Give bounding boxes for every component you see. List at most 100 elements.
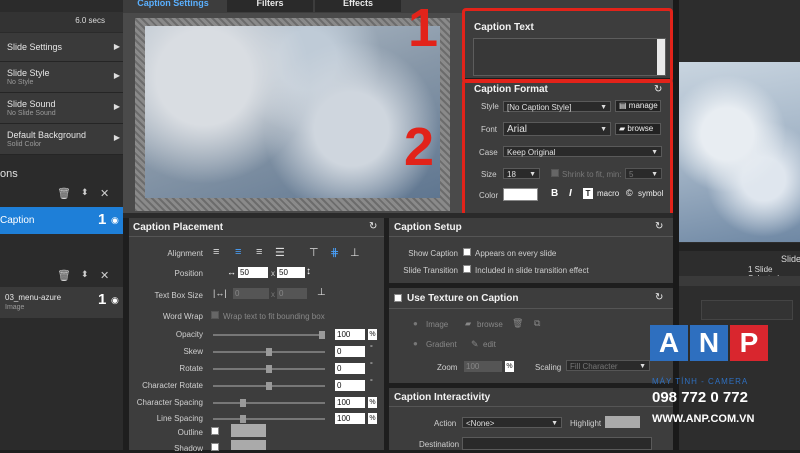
position-separator: x	[271, 269, 275, 278]
slide-settings-item[interactable]: Slide Settings ▶	[0, 33, 123, 62]
slider-value-input[interactable]: 100	[335, 329, 365, 340]
slider-track[interactable]	[213, 382, 325, 390]
divider	[389, 236, 673, 237]
anp-watermark: A N P MÁY TÍNH - CAMERA 098 772 0 772 WW…	[648, 325, 800, 450]
chevron-right-icon: ▶	[113, 42, 120, 51]
textbox-height-input[interactable]: 0	[277, 288, 307, 299]
layer-number: 1	[98, 291, 107, 308]
tools-icon[interactable]: ✕	[100, 187, 109, 200]
slide-style-label: Slide Style	[7, 68, 50, 78]
slide-sound-item[interactable]: Slide Sound No Slide Sound ▶	[0, 93, 123, 124]
wordwrap-checkbox[interactable]	[211, 311, 219, 319]
slider-value-input[interactable]: 0	[335, 380, 365, 391]
tab-effects[interactable]: Effects	[315, 0, 401, 12]
gradient-radio[interactable]: ●	[413, 339, 418, 348]
slider-knob[interactable]	[240, 399, 246, 407]
trash-icon[interactable]: 🗑	[57, 269, 71, 282]
slide-transition-checkbox[interactable]	[463, 265, 471, 273]
shadow-color-swatch[interactable]	[231, 440, 266, 450]
slider-unit: °	[370, 362, 373, 369]
align-bottom-icon[interactable]: ⊥	[350, 246, 360, 259]
action-label: Action	[434, 419, 457, 428]
outline-color-swatch[interactable]	[231, 424, 266, 437]
eye-icon[interactable]: ◉	[111, 295, 119, 306]
textbox-width-input[interactable]: 0	[233, 288, 269, 299]
align-left-icon[interactable]: ≡	[213, 246, 219, 258]
slider-knob[interactable]	[319, 331, 325, 339]
caption-interactivity-panel: Caption Interactivity Action <None> ▼ Hig…	[389, 388, 673, 450]
slider-track[interactable]	[213, 348, 325, 356]
slider-knob[interactable]	[240, 415, 246, 423]
show-caption-checkbox[interactable]	[463, 248, 471, 256]
divider	[679, 243, 800, 251]
timeline-block	[701, 300, 793, 320]
reset-icon[interactable]: ↻	[655, 221, 663, 232]
layers-section-title: ons	[0, 168, 18, 180]
textbox-separator: x	[271, 290, 275, 299]
texture-browse[interactable]: browse	[477, 320, 503, 329]
highlight-color-swatch[interactable]	[605, 416, 640, 428]
slider-value-input[interactable]: 0	[335, 363, 365, 374]
slider-unit: %	[368, 397, 377, 408]
slider-label: Line Spacing	[156, 414, 203, 423]
reset-icon[interactable]: ↻	[369, 221, 377, 232]
preview-canvas[interactable]	[135, 18, 450, 211]
folder-icon[interactable]: ▰	[465, 319, 471, 328]
slider-track[interactable]	[213, 365, 325, 373]
default-background-sub: Solid Color	[7, 141, 42, 148]
align-center-icon[interactable]: ≡	[235, 246, 241, 258]
pencil-icon[interactable]: ✎	[471, 339, 479, 350]
show-caption-text: Appears on every slide	[475, 249, 557, 258]
position-y-input[interactable]: 50	[277, 267, 305, 278]
layer-item-caption[interactable]: Caption 1 ◉	[0, 207, 123, 234]
tab-filters[interactable]: Filters	[227, 0, 313, 12]
default-background-item[interactable]: Default Background Solid Color ▶	[0, 124, 123, 155]
eye-icon[interactable]: ◉	[111, 215, 119, 226]
image-label: Image	[426, 320, 449, 329]
slider-value-input[interactable]: 100	[335, 413, 365, 424]
destination-input[interactable]	[462, 437, 652, 450]
align-middle-icon[interactable]: ⋕	[330, 246, 339, 259]
gradient-edit[interactable]: edit	[483, 340, 496, 349]
slider-knob[interactable]	[266, 382, 272, 390]
watermark-tagline: MÁY TÍNH - CAMERA	[652, 377, 749, 386]
layer-item-image[interactable]: 03_menu-azure Image 1 ◉	[0, 287, 123, 318]
reset-icon[interactable]: ↻	[655, 292, 663, 303]
slider-value-input[interactable]: 0	[335, 346, 365, 357]
image-edit-icon[interactable]: ⧉	[534, 318, 540, 329]
chevron-right-icon: ▶	[113, 133, 120, 142]
divider	[129, 236, 384, 237]
align-right-icon[interactable]: ≡	[256, 246, 262, 258]
scaling-select[interactable]: Fill Character ▼	[566, 360, 650, 371]
image-radio[interactable]: ●	[413, 319, 418, 328]
slider-track[interactable]	[213, 399, 325, 407]
duration-bar: 6.0 secs	[0, 12, 123, 32]
align-top-icon[interactable]: ⊤	[309, 246, 319, 259]
tab-caption-settings[interactable]: Caption Settings	[123, 0, 223, 12]
chevron-right-icon: ▶	[113, 71, 120, 80]
outline-checkbox[interactable]	[211, 427, 219, 435]
action-select[interactable]: <None> ▼	[462, 417, 562, 428]
slider-value-input[interactable]: 100	[335, 397, 365, 408]
slide-thumbnail[interactable]	[679, 62, 800, 242]
slider-knob[interactable]	[266, 365, 272, 373]
trash-icon[interactable]: 🗑	[57, 187, 71, 200]
layer-toolbar-2: 🗑 ⬍ ✕	[0, 268, 123, 284]
watermark-phone: 098 772 0 772	[652, 389, 748, 406]
slide-duration[interactable]: 6.0 secs	[75, 16, 105, 25]
move-up-down-icon[interactable]: ⬍	[81, 269, 89, 280]
slide-style-item[interactable]: Slide Style No Style ▶	[0, 62, 123, 93]
align-justify-icon[interactable]: ☰	[275, 246, 285, 259]
position-x-input[interactable]: 50	[238, 267, 268, 278]
layer-name: Caption	[0, 215, 35, 226]
slider-knob[interactable]	[266, 348, 272, 356]
trash-icon[interactable]: 🗑	[512, 318, 523, 329]
slider-track[interactable]	[213, 331, 325, 339]
slider-track[interactable]	[213, 415, 325, 423]
tools-icon[interactable]: ✕	[100, 269, 109, 282]
destination-label: Destination	[419, 440, 460, 449]
use-texture-checkbox[interactable]	[394, 294, 402, 302]
show-caption-label: Show Caption	[408, 249, 458, 258]
move-up-down-icon[interactable]: ⬍	[81, 187, 89, 198]
zoom-input[interactable]: 100	[464, 361, 502, 372]
